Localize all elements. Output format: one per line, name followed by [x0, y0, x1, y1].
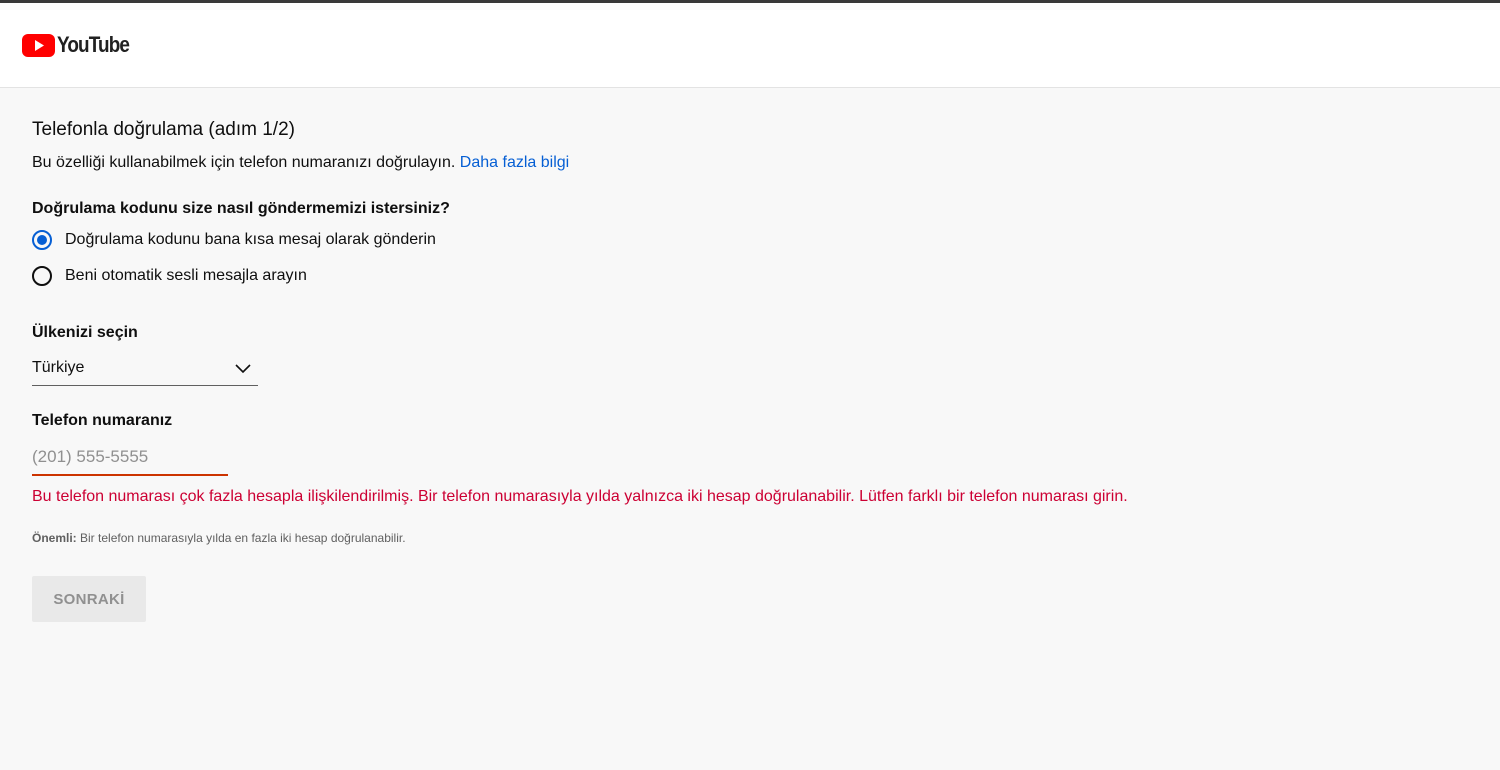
intro-paragraph: Bu özelliği kullanabilmek için telefon n… — [32, 152, 1500, 174]
youtube-play-icon — [22, 33, 55, 57]
important-note-text: Bir telefon numarasıyla yılda en fazla i… — [80, 531, 406, 545]
radio-option-voice-call[interactable]: Beni otomatik sesli mesajla arayın — [32, 258, 1500, 294]
country-selected-value: Türkiye — [32, 358, 85, 376]
delivery-question: Doğrulama kodunu size nasıl göndermemizi… — [32, 200, 450, 217]
page-header: YouTube — [0, 3, 1500, 88]
youtube-wordmark: YouTube — [57, 32, 130, 57]
youtube-logo[interactable]: YouTube — [22, 32, 141, 58]
radio-option-sms[interactable]: Doğrulama kodunu bana kısa mesaj olarak … — [32, 222, 1500, 258]
phone-error-message: Bu telefon numarası çok fazla hesapla il… — [32, 488, 1128, 505]
page-title: Telefonla doğrulama (adım 1/2) — [32, 119, 295, 140]
chevron-down-icon — [235, 363, 251, 373]
country-label: Ülkenizi seçin — [32, 324, 138, 341]
phone-number-input[interactable] — [32, 440, 228, 476]
radio-button-unselected[interactable] — [32, 266, 52, 286]
country-select[interactable]: Türkiye — [32, 350, 258, 386]
intro-text: Bu özelliği kullanabilmek için telefon n… — [32, 154, 456, 171]
important-note-label: Önemli: — [32, 531, 77, 545]
learn-more-link[interactable]: Daha fazla bilgi — [460, 154, 569, 171]
radio-label-sms: Doğrulama kodunu bana kısa mesaj olarak … — [65, 231, 436, 248]
radio-button-selected[interactable] — [32, 230, 52, 250]
next-button[interactable]: SONRAKİ — [32, 576, 146, 622]
important-note: Önemli: Bir telefon numarasıyla yılda en… — [32, 530, 1500, 546]
phone-label: Telefon numaranız — [32, 412, 173, 429]
verification-form: Telefonla doğrulama (adım 1/2) Bu özelli… — [0, 88, 1500, 622]
radio-label-voice-call: Beni otomatik sesli mesajla arayın — [65, 267, 307, 284]
